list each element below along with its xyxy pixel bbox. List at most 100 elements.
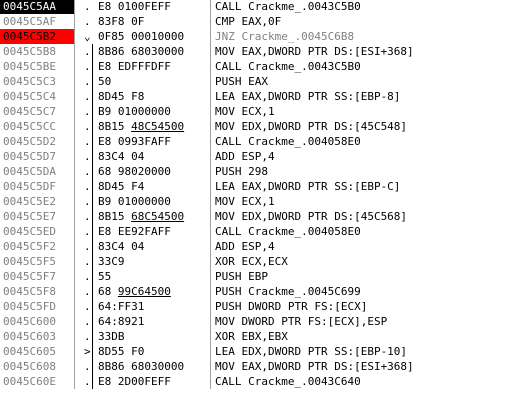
address-cell[interactable]: 0045C5CC: [0, 119, 74, 134]
hex-dump-cell[interactable]: >8D55 F0: [75, 344, 210, 359]
instruction-cell[interactable]: PUSH 298: [211, 164, 527, 179]
address-cell[interactable]: 0045C5C3: [0, 74, 74, 89]
disasm-row[interactable]: 0045C5F2. 83C4 04 ADD ESP,4: [0, 239, 527, 254]
instruction-cell[interactable]: MOV ECX,1: [211, 194, 527, 209]
instruction-cell[interactable]: MOV DWORD PTR FS:[ECX],ESP: [211, 314, 527, 329]
disasm-row[interactable]: 0045C603. 33DB XOR EBX,EBX: [0, 329, 527, 344]
disasm-row[interactable]: 0045C5ED. E8 EE92FAFF CALL Crackme_.004058…: [0, 224, 527, 239]
disasm-row[interactable]: 0045C5F7. 55 PUSH EBP: [0, 269, 527, 284]
address-cell[interactable]: 0045C5B8: [0, 44, 74, 59]
hex-dump-cell[interactable]: . 8B86 68030000: [75, 44, 210, 59]
instruction-cell[interactable]: MOV EDX,DWORD PTR DS:[45C548]: [211, 119, 527, 134]
disasm-row[interactable]: 0045C5AF. 83F8 0F CMP EAX,0F: [0, 14, 527, 29]
instruction-cell[interactable]: CALL Crackme_.0043C5B0: [211, 59, 527, 74]
disasm-row[interactable]: 0045C5F5. 33C9 XOR ECX,ECX: [0, 254, 527, 269]
hex-dump-cell[interactable]: . 64:FF31: [75, 299, 210, 314]
disasm-row[interactable]: 0045C5D2. E8 0993FAFF CALL Crackme_.004058…: [0, 134, 527, 149]
address-cell[interactable]: 0045C5D7: [0, 149, 74, 164]
hex-dump-cell[interactable]: . E8 EE92FAFF: [75, 224, 210, 239]
disasm-row[interactable]: 0045C5B2 ⌄ 0F85 00010000 JNZ Crackme_.0045C…: [0, 29, 527, 44]
instruction-cell[interactable]: ADD ESP,4: [211, 239, 527, 254]
address-cell[interactable]: 0045C60E: [0, 374, 74, 389]
disasm-row[interactable]: 0045C5C7. B9 01000000 MOV ECX,1: [0, 104, 527, 119]
disasm-row[interactable]: 0045C5F8. 68 99C64500 PUSH Crackme_.0045C6…: [0, 284, 527, 299]
address-cell[interactable]: 0045C5DA: [0, 164, 74, 179]
address-cell[interactable]: 0045C5E7: [0, 209, 74, 224]
address-cell[interactable]: 0045C5FD: [0, 299, 74, 314]
hex-dump-cell[interactable]: . 33C9: [75, 254, 210, 269]
address-cell[interactable]: 0045C608: [0, 359, 74, 374]
address-cell[interactable]: 0045C605: [0, 344, 74, 359]
hex-dump-cell[interactable]: . B9 01000000: [75, 194, 210, 209]
disasm-row[interactable]: 0045C605 >8D55 F0 LEA EDX,DWORD PTR SS:[EB…: [0, 344, 527, 359]
address-cell[interactable]: 0045C5F7: [0, 269, 74, 284]
hex-dump-cell[interactable]: ⌄ 0F85 00010000: [75, 29, 210, 44]
address-cell[interactable]: 0045C603: [0, 329, 74, 344]
address-cell[interactable]: 0045C5ED: [0, 224, 74, 239]
disasm-row[interactable]: 0045C60E. E8 2D00FEFF CALL Crackme_.0043C6…: [0, 374, 527, 389]
instruction-cell[interactable]: CALL Crackme_.004058E0: [211, 224, 527, 239]
instruction-cell[interactable]: PUSH Crackme_.0045C699: [211, 284, 527, 299]
hex-dump-cell[interactable]: . 68 99C64500: [75, 284, 210, 299]
instruction-cell[interactable]: CALL Crackme_.0043C5B0: [211, 0, 527, 14]
hex-dump-cell[interactable]: . E8 0993FAFF: [75, 134, 210, 149]
hex-dump-cell[interactable]: . E8 0100FEFF: [75, 0, 210, 14]
address-cell[interactable]: 0045C5E2: [0, 194, 74, 209]
address-cell[interactable]: 0045C600: [0, 314, 74, 329]
hex-dump-cell[interactable]: . 8B15 68C54500: [75, 209, 210, 224]
instruction-cell[interactable]: PUSH DWORD PTR FS:[ECX]: [211, 299, 527, 314]
address-cell[interactable]: 0045C5F2: [0, 239, 74, 254]
address-cell[interactable]: 0045C5BE: [0, 59, 74, 74]
disasm-row[interactable]: 0045C5D7. 83C4 04 ADD ESP,4: [0, 149, 527, 164]
instruction-cell[interactable]: ADD ESP,4: [211, 149, 527, 164]
instruction-cell[interactable]: PUSH EAX: [211, 74, 527, 89]
disassembly-pane[interactable]: 0045C5AA. E8 0100FEFF CALL Crackme_.0043C5…: [0, 0, 527, 419]
disasm-row[interactable]: 0045C5B8. 8B86 68030000 MOV EAX,DWORD PTR …: [0, 44, 527, 59]
disasm-row[interactable]: 0045C5C4. 8D45 F8 LEA EAX,DWORD PTR SS:[EB…: [0, 89, 527, 104]
disasm-row[interactable]: 0045C5DF. 8D45 F4 LEA EAX,DWORD PTR SS:[EB…: [0, 179, 527, 194]
instruction-cell[interactable]: CMP EAX,0F: [211, 14, 527, 29]
hex-dump-cell[interactable]: . 83F8 0F: [75, 14, 210, 29]
instruction-cell[interactable]: MOV ECX,1: [211, 104, 527, 119]
disasm-row[interactable]: 0045C608. 8B86 68030000 MOV EAX,DWORD PTR …: [0, 359, 527, 374]
hex-dump-cell[interactable]: . 55: [75, 269, 210, 284]
address-cell[interactable]: 0045C5C4: [0, 89, 74, 104]
instruction-cell[interactable]: CALL Crackme_.0043C640: [211, 374, 527, 389]
disasm-row[interactable]: 0045C5CC. 8B15 48C54500 MOV EDX,DWORD PTR …: [0, 119, 527, 134]
instruction-cell[interactable]: MOV EAX,DWORD PTR DS:[ESI+368]: [211, 44, 527, 59]
instruction-cell[interactable]: LEA EAX,DWORD PTR SS:[EBP-C]: [211, 179, 527, 194]
address-cell[interactable]: 0045C5B2: [0, 29, 74, 44]
hex-dump-cell[interactable]: . 83C4 04: [75, 239, 210, 254]
hex-dump-cell[interactable]: . B9 01000000: [75, 104, 210, 119]
disasm-row[interactable]: 0045C5E7. 8B15 68C54500 MOV EDX,DWORD PTR …: [0, 209, 527, 224]
hex-dump-cell[interactable]: . 8B86 68030000: [75, 359, 210, 374]
disasm-row[interactable]: 0045C5C3. 50 PUSH EAX: [0, 74, 527, 89]
disasm-row[interactable]: 0045C5E2. B9 01000000 MOV ECX,1: [0, 194, 527, 209]
hex-dump-cell[interactable]: . 64:8921: [75, 314, 210, 329]
disasm-row[interactable]: 0045C5AA. E8 0100FEFF CALL Crackme_.0043C5…: [0, 0, 527, 14]
hex-dump-cell[interactable]: . 8D45 F4: [75, 179, 210, 194]
instruction-cell[interactable]: PUSH EBP: [211, 269, 527, 284]
hex-dump-cell[interactable]: . 68 98020000: [75, 164, 210, 179]
hex-dump-cell[interactable]: . E8 2D00FEFF: [75, 374, 210, 389]
disasm-row[interactable]: 0045C5FD. 64:FF31 PUSH DWORD PTR FS:[ECX]: [0, 299, 527, 314]
address-cell[interactable]: 0045C5C7: [0, 104, 74, 119]
instruction-cell[interactable]: MOV EAX,DWORD PTR DS:[ESI+368]: [211, 359, 527, 374]
instruction-cell[interactable]: LEA EAX,DWORD PTR SS:[EBP-8]: [211, 89, 527, 104]
disasm-row[interactable]: 0045C5DA. 68 98020000 PUSH 298: [0, 164, 527, 179]
instruction-cell[interactable]: JNZ Crackme_.0045C6B8: [211, 29, 527, 44]
address-cell[interactable]: 0045C5F5: [0, 254, 74, 269]
hex-dump-cell[interactable]: . 50: [75, 74, 210, 89]
address-cell[interactable]: 0045C5AF: [0, 14, 74, 29]
disasm-row[interactable]: 0045C600. 64:8921 MOV DWORD PTR FS:[ECX],E…: [0, 314, 527, 329]
instruction-cell[interactable]: XOR EBX,EBX: [211, 329, 527, 344]
instruction-cell[interactable]: MOV EDX,DWORD PTR DS:[45C568]: [211, 209, 527, 224]
hex-dump-cell[interactable]: . 33DB: [75, 329, 210, 344]
address-cell[interactable]: 0045C5AA: [0, 0, 74, 14]
address-cell[interactable]: 0045C5DF: [0, 179, 74, 194]
hex-dump-cell[interactable]: . E8 EDFFFDFF: [75, 59, 210, 74]
hex-dump-cell[interactable]: . 8D45 F8: [75, 89, 210, 104]
address-cell[interactable]: 0045C5F8: [0, 284, 74, 299]
hex-dump-cell[interactable]: . 83C4 04: [75, 149, 210, 164]
instruction-cell[interactable]: CALL Crackme_.004058E0: [211, 134, 527, 149]
